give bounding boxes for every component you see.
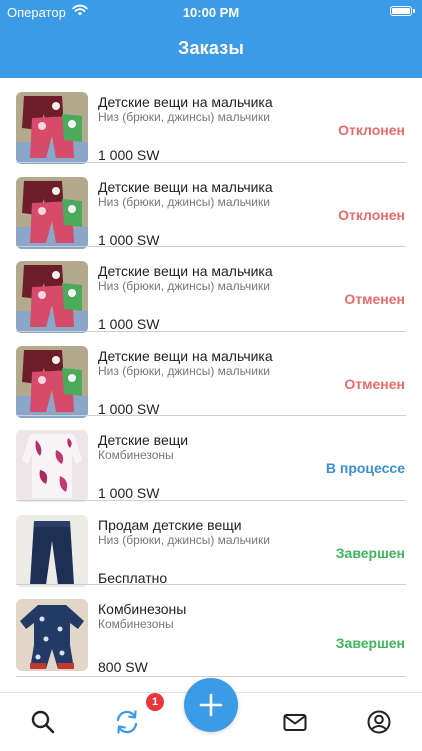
order-row[interactable]: Детские вещи Комбинезоны 1 000 SW В проц… xyxy=(0,416,422,502)
order-thumbnail xyxy=(16,599,88,671)
battery-icon xyxy=(390,6,415,16)
order-category: Комбинезоны xyxy=(98,448,174,462)
add-button[interactable] xyxy=(184,678,238,732)
order-thumbnail xyxy=(16,261,88,333)
order-name: Детские вещи xyxy=(98,432,189,448)
profile-icon[interactable] xyxy=(366,709,392,735)
search-icon[interactable] xyxy=(30,709,56,735)
order-category: Низ (брюки, джинсы) мальчики xyxy=(98,110,270,124)
order-thumbnail xyxy=(16,430,88,502)
order-thumbnail xyxy=(16,345,88,418)
order-row[interactable]: Детские вещи на мальчика Низ (брюки, джи… xyxy=(0,163,422,249)
divider xyxy=(16,676,406,677)
order-name: Детские вещи на мальчика xyxy=(98,94,273,110)
notification-badge: 1 xyxy=(146,693,164,711)
order-status: Завершен xyxy=(335,544,405,561)
page-title: Заказы xyxy=(177,38,245,58)
order-name: Продам детские вещи xyxy=(98,516,242,533)
order-row[interactable]: Детские вещи на мальчика Низ (брюки, джи… xyxy=(0,332,422,418)
order-row[interactable]: Детские вещи на мальчика Низ (брюки, джи… xyxy=(0,247,422,333)
sync-icon[interactable] xyxy=(114,709,140,735)
order-name: Детские вещи на мальчика xyxy=(98,178,273,195)
header: Оператор 10:00 PM Заказы xyxy=(0,0,422,78)
order-status: Отменен xyxy=(344,291,405,307)
order-row[interactable]: Комбинезоны Комбинезоны 800 SW Завершен xyxy=(0,585,422,677)
order-name: Комбинезоны xyxy=(98,601,187,617)
order-status: Отменен xyxy=(344,375,405,392)
order-row[interactable]: Продам детские вещи Низ (брюки, джинсы) … xyxy=(0,501,422,587)
order-name: Детские вещи на мальчика xyxy=(98,347,273,364)
order-category: Низ (брюки, джинсы) мальчики xyxy=(98,532,270,547)
order-category: Низ (брюки, джинсы) мальчики xyxy=(98,363,270,378)
order-name: Детские вещи на мальчика xyxy=(98,263,273,279)
order-price: 800 SW xyxy=(98,659,148,675)
order-category: Низ (брюки, джинсы) мальчики xyxy=(98,194,270,209)
order-category: Низ (брюки, джинсы) мальчики xyxy=(98,279,270,293)
plus-icon xyxy=(199,693,223,717)
order-thumbnail xyxy=(16,176,88,249)
order-thumbnail xyxy=(16,92,88,164)
order-row[interactable]: Детские вещи на мальчика Низ (брюки, джи… xyxy=(0,78,422,164)
order-status: Завершен xyxy=(335,635,405,651)
order-thumbnail xyxy=(16,514,88,587)
order-category: Комбинезоны xyxy=(98,617,174,631)
status-bar: Оператор 10:00 PM xyxy=(0,0,422,24)
mail-icon[interactable] xyxy=(282,709,308,735)
order-status: Отклонен xyxy=(338,122,405,138)
orders-list: Детские вещи на мальчика Низ (брюки, джи… xyxy=(0,78,422,692)
order-status: Отклонен xyxy=(338,206,405,223)
order-status: В процессе xyxy=(325,460,405,476)
clock: 10:00 PM xyxy=(182,5,240,20)
